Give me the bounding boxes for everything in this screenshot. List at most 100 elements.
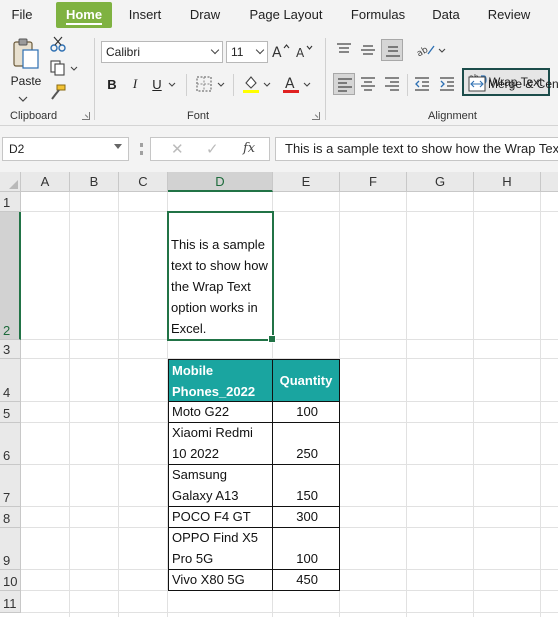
table-cell-phone[interactable]: OPPO Find X5 Pro 5G <box>168 527 273 570</box>
tab-home[interactable]: Home <box>56 2 112 28</box>
increase-indent-icon[interactable] <box>439 77 455 91</box>
gridline <box>21 211 558 212</box>
column-header-f[interactable]: F <box>340 172 407 192</box>
paste-label: Paste <box>10 74 42 88</box>
row-header-5[interactable]: 5 <box>0 402 21 423</box>
font-color-icon[interactable]: A <box>282 74 300 94</box>
column-header-a[interactable]: A <box>21 172 70 192</box>
column-header-i[interactable] <box>541 172 558 192</box>
gridline <box>473 192 474 617</box>
table-cell-quantity[interactable]: 100 <box>272 527 340 570</box>
tab-draw[interactable]: Draw <box>183 0 227 30</box>
alignment-group-label: Alignment <box>428 110 477 122</box>
name-box[interactable]: D2 <box>2 137 129 161</box>
tab-formulas[interactable]: Formulas <box>345 0 411 30</box>
table-cell-phone[interactable]: Vivo X80 5G <box>168 569 273 591</box>
decrease-font-icon[interactable]: A <box>296 44 314 60</box>
gridline <box>21 339 558 340</box>
align-left-button[interactable] <box>333 73 355 95</box>
align-right-icon[interactable] <box>384 77 400 91</box>
font-name-select[interactable]: Calibri <box>101 41 223 63</box>
insert-function-icon[interactable]: fx <box>243 141 255 156</box>
svg-text:ab: ab <box>417 45 430 58</box>
clipboard-launcher-icon[interactable] <box>82 112 90 120</box>
ribbon: Paste Clipboard Calibri 11 A A B I U A F… <box>0 30 558 126</box>
tab-review[interactable]: Review <box>483 0 535 30</box>
column-header-c[interactable]: C <box>119 172 168 192</box>
row-header-7[interactable]: 7 <box>0 465 21 507</box>
font-color-dropdown-icon[interactable] <box>303 82 311 87</box>
decrease-indent-icon[interactable] <box>414 77 430 91</box>
confirm-icon[interactable]: ✓ <box>206 140 219 158</box>
row-header-4[interactable]: 4 <box>0 359 21 402</box>
font-size-select[interactable]: 11 <box>226 41 268 63</box>
copy-dropdown-icon[interactable] <box>70 66 78 71</box>
row-header-9[interactable]: 9 <box>0 528 21 570</box>
merge-icon <box>468 76 486 92</box>
cancel-icon[interactable]: ✕ <box>171 140 184 158</box>
bottom-align-button[interactable] <box>381 39 403 61</box>
select-all-button[interactable] <box>0 172 21 192</box>
underline-button[interactable]: U <box>149 74 165 94</box>
table-cell-phone[interactable]: Moto G22 <box>168 401 273 423</box>
table-cell-quantity[interactable]: 300 <box>272 506 340 528</box>
formula-buttons: ✕ ✓ fx <box>150 137 270 161</box>
paste-dropdown-icon[interactable] <box>18 96 28 102</box>
row-header-10[interactable]: 10 <box>0 570 21 591</box>
table-cell-phone[interactable]: Xiaomi Redmi 10 2022 <box>168 422 273 465</box>
row-header-2[interactable]: 2 <box>0 212 21 340</box>
font-launcher-icon[interactable] <box>312 112 320 120</box>
column-header-g[interactable]: G <box>407 172 474 192</box>
borders-icon[interactable] <box>196 76 212 92</box>
menu-bar: File Home Insert Draw Page Layout Formul… <box>0 0 558 30</box>
underline-dropdown-icon[interactable] <box>168 82 176 87</box>
separator <box>407 74 408 96</box>
fill-color-dropdown-icon[interactable] <box>263 82 271 87</box>
table-cell-quantity[interactable]: 100 <box>272 401 340 423</box>
column-header-h[interactable]: H <box>474 172 541 192</box>
table-cell-quantity[interactable]: 450 <box>272 569 340 591</box>
row-header-3[interactable]: 3 <box>0 340 21 359</box>
gridline <box>406 192 407 617</box>
gridline <box>21 612 558 613</box>
align-center-icon[interactable] <box>360 77 376 91</box>
formula-input[interactable]: This is a sample text to show how the Wr… <box>275 137 558 161</box>
orientation-icon[interactable]: ab <box>417 42 437 58</box>
table-cell-phone[interactable]: Samsung Galaxy A13 <box>168 464 273 507</box>
row-header-8[interactable]: 8 <box>0 507 21 528</box>
clipboard-group-label: Clipboard <box>10 110 58 122</box>
merge-center-button[interactable]: Merge & Center <box>465 74 558 96</box>
table-header-quantity[interactable]: Quantity <box>272 359 340 402</box>
middle-align-icon[interactable] <box>360 43 376 57</box>
bold-button[interactable]: B <box>103 74 121 94</box>
increase-font-icon[interactable]: A <box>272 43 290 59</box>
tab-page-layout[interactable]: Page Layout <box>243 0 329 30</box>
paste-button[interactable]: Paste <box>6 34 46 92</box>
italic-button[interactable]: I <box>127 74 143 94</box>
svg-text:A: A <box>296 46 305 60</box>
column-header-b[interactable]: B <box>70 172 119 192</box>
svg-text:A: A <box>285 76 295 92</box>
cut-icon[interactable] <box>50 36 66 52</box>
table-cell-phone[interactable]: POCO F4 GT <box>168 506 273 528</box>
format-painter-icon[interactable] <box>50 84 66 100</box>
tab-file[interactable]: File <box>6 0 38 30</box>
borders-dropdown-icon[interactable] <box>217 82 225 87</box>
group-separator <box>94 38 95 120</box>
tab-data[interactable]: Data <box>427 0 465 30</box>
fill-color-icon[interactable] <box>242 74 260 94</box>
row-header-6[interactable]: 6 <box>0 423 21 465</box>
column-header-e[interactable]: E <box>273 172 340 192</box>
formula-bar-splitter[interactable] <box>140 143 143 155</box>
top-align-icon[interactable] <box>336 43 352 57</box>
column-header-d[interactable]: D <box>168 172 273 192</box>
table-cell-quantity[interactable]: 150 <box>272 464 340 507</box>
orientation-dropdown-icon[interactable] <box>438 48 446 53</box>
row-header-1[interactable]: 1 <box>0 192 21 212</box>
row-header-11[interactable]: 11 <box>0 591 21 613</box>
table-cell-quantity[interactable]: 250 <box>272 422 340 465</box>
tab-insert[interactable]: Insert <box>122 0 168 30</box>
table-header-phones[interactable]: Mobile Phones_2022 <box>168 359 273 402</box>
formula-bar: D2 ✕ ✓ fx This is a sample text to show … <box>0 126 558 172</box>
copy-icon[interactable] <box>50 60 66 76</box>
